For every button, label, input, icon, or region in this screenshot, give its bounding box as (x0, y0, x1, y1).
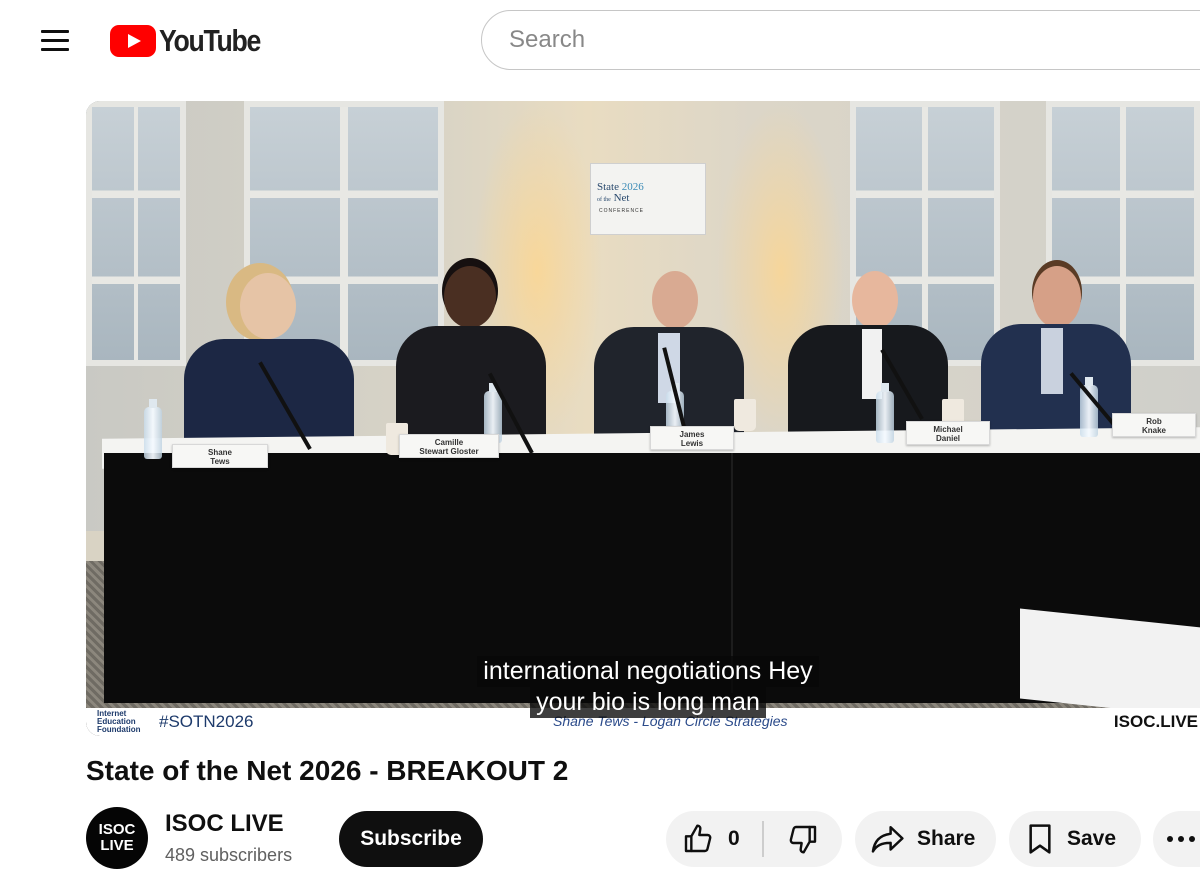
share-label: Share (917, 827, 976, 850)
like-count: 0 (728, 827, 740, 850)
bookmark-icon (1025, 823, 1055, 855)
coffee-cup (734, 399, 756, 431)
hashtag: #SOTN2026 (159, 712, 254, 731)
thumbs-up-icon (682, 823, 714, 855)
search-box[interactable] (481, 10, 1200, 70)
nameplate-james-lewis: James Lewis (650, 426, 734, 450)
nameplate-michael-daniel: Michael Daniel (906, 421, 990, 445)
save-label: Save (1067, 827, 1117, 850)
window (86, 101, 186, 366)
channel-avatar[interactable]: ISOC LIVE (86, 807, 148, 869)
subscribe-button[interactable]: Subscribe (339, 811, 483, 867)
caption-line: your bio is long man (530, 687, 766, 718)
more-actions-button[interactable] (1153, 811, 1200, 867)
water-bottle (876, 383, 894, 443)
caption-line: international negotiations Hey (477, 656, 819, 687)
more-horizontal-icon (1167, 836, 1195, 842)
isoc-live-watermark: ISOC.LIVE (1113, 712, 1198, 731)
sign-subtitle: CONFERENCE (599, 208, 645, 214)
conference-sign: State 2026 of the Net CONFERENCE (590, 163, 706, 235)
youtube-logo-text: YouTube (159, 23, 261, 58)
nameplate-camille-stewart-gloster: Camille Stewart Gloster (399, 434, 499, 458)
dislike-button[interactable] (764, 811, 842, 867)
video-frame: State 2026 of the Net CONFERENCE Shane T… (86, 101, 1200, 708)
nameplate-shane-tews: Shane Tews (172, 444, 268, 468)
sign-title-line: Net (613, 192, 630, 204)
hamburger-menu-icon[interactable] (34, 24, 76, 58)
internet-education-foundation-logo: Internet Education Foundation (97, 709, 141, 734)
water-bottle (144, 399, 162, 459)
like-button[interactable]: 0 (666, 811, 762, 867)
share-button[interactable]: Share (855, 811, 996, 867)
thumbs-down-icon (787, 823, 819, 855)
subscriber-count: 489 subscribers (165, 845, 293, 865)
channel-name-link[interactable]: ISOC LIVE (165, 810, 284, 838)
search-input[interactable] (507, 25, 1161, 55)
video-title: State of the Net 2026 - BREAKOUT 2 (86, 755, 569, 786)
video-player[interactable]: State 2026 of the Net CONFERENCE Shane T… (86, 101, 1200, 736)
share-arrow-icon (871, 824, 905, 854)
save-button[interactable]: Save (1009, 811, 1141, 867)
sign-title-line: of the (597, 197, 611, 203)
closed-captions: international negotiations Hey your bio … (453, 656, 843, 718)
nameplate-rob-knake: Rob Knake (1112, 413, 1196, 437)
youtube-play-logo-icon (110, 25, 156, 57)
like-dislike-group: 0 (666, 811, 842, 867)
youtube-logo[interactable]: YouTube (110, 23, 277, 58)
